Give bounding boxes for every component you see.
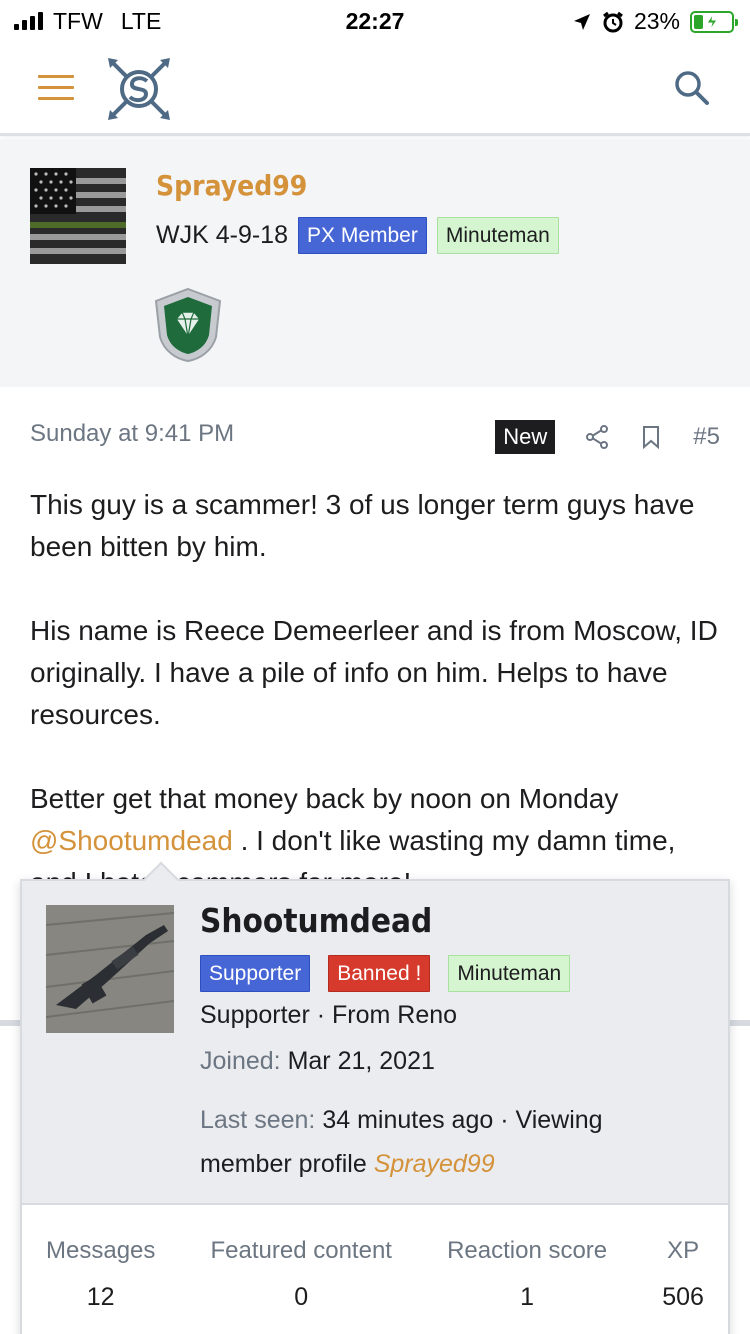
- diamond-shield-icon[interactable]: [152, 287, 224, 363]
- user-mention-link[interactable]: @Shootumdead: [30, 825, 233, 856]
- app-header: [0, 42, 750, 136]
- stat-featured-content[interactable]: Featured content 0: [211, 1207, 392, 1334]
- post-text: Better get that money back by noon on Mo…: [30, 783, 619, 814]
- member-last-seen: Last seen: 34 minutes ago · Viewing memb…: [200, 1098, 680, 1186]
- post-body: This guy is a scammer! 3 of us longer te…: [30, 484, 720, 946]
- stat-reaction-score[interactable]: Reaction score 1: [447, 1207, 607, 1334]
- site-logo[interactable]: [106, 56, 172, 122]
- member-badges: Supporter Banned ! Minuteman: [200, 955, 571, 992]
- post-number-link[interactable]: #5: [693, 423, 720, 451]
- stat-value: 1: [520, 1283, 535, 1311]
- status-bar: TFW LTE 22:27 23%: [0, 0, 750, 42]
- status-left: TFW LTE: [14, 8, 314, 35]
- stat-messages[interactable]: Messages 12: [46, 1207, 155, 1334]
- status-right: 23%: [572, 8, 738, 35]
- stat-label: Messages: [46, 1237, 156, 1264]
- carrier-name: TFW: [53, 7, 103, 34]
- stat-value: 12: [86, 1283, 115, 1311]
- battery-percent: 23%: [633, 8, 680, 34]
- alarm-icon: [603, 11, 623, 32]
- post-actions: New #5: [495, 420, 720, 454]
- stat-label: Reaction score: [447, 1237, 608, 1264]
- stat-label: XP: [667, 1237, 700, 1264]
- post-author-block: Sprayed99 WJK 4-9-18 PX Member Minuteman: [0, 139, 750, 387]
- activity-text: member profile: [200, 1150, 367, 1178]
- last-seen-value: 34 minutes ago · Viewing: [322, 1106, 603, 1134]
- bookmark-icon[interactable]: [639, 425, 663, 449]
- stat-xp[interactable]: XP 506: [662, 1207, 704, 1334]
- post-paragraph: This guy is a scammer! 3 of us longer te…: [30, 489, 695, 562]
- post-paragraph: His name is Reece Demeerleer and is from…: [30, 615, 718, 730]
- poster-avatar[interactable]: [30, 168, 126, 264]
- member-joined: Joined: Mar 21, 2021: [200, 1047, 435, 1076]
- member-title-line: Supporter · From Reno: [200, 1001, 458, 1029]
- stat-label: Featured content: [210, 1237, 392, 1264]
- member-username[interactable]: Shootumdead: [200, 901, 432, 940]
- minuteman-badge: Minuteman: [436, 217, 559, 254]
- stat-value: 0: [294, 1283, 309, 1311]
- member-tooltip-header: Shootumdead Supporter Banned ! Minuteman…: [22, 881, 728, 1205]
- new-post-tag: New: [495, 420, 556, 454]
- signal-bars-icon: [14, 12, 43, 30]
- px-member-badge: PX Member: [297, 217, 427, 254]
- member-tooltip: Shootumdead Supporter Banned ! Minuteman…: [20, 861, 730, 1334]
- last-seen-label: Last seen:: [200, 1106, 316, 1134]
- poster-user-title: WJK 4-9-18: [156, 221, 288, 249]
- joined-value: Mar 21, 2021: [287, 1047, 435, 1075]
- hamburger-menu-icon[interactable]: [38, 75, 74, 103]
- activity-link[interactable]: Sprayed99: [374, 1150, 495, 1178]
- post-text: . I don't like wasting my damn: [240, 825, 607, 856]
- battery-icon: [690, 10, 738, 33]
- joined-label: Joined:: [200, 1047, 281, 1075]
- member-stats: Messages 12 Featured content 0 Reaction …: [22, 1207, 728, 1334]
- supporter-badge: Supporter: [200, 955, 311, 992]
- member-avatar[interactable]: [46, 905, 174, 1033]
- search-icon[interactable]: [674, 70, 710, 106]
- banned-badge: Banned !: [328, 955, 431, 992]
- share-icon[interactable]: [585, 425, 609, 449]
- poster-username[interactable]: Sprayed99: [156, 169, 307, 202]
- poster-meta: WJK 4-9-18 PX Member Minuteman: [156, 217, 559, 254]
- stat-value: 506: [662, 1283, 704, 1311]
- network-type: LTE: [120, 7, 162, 34]
- location-arrow-icon: [573, 13, 590, 30]
- post-date[interactable]: Sunday at 9:41 PM: [30, 420, 234, 448]
- minuteman-badge: Minuteman: [448, 955, 571, 992]
